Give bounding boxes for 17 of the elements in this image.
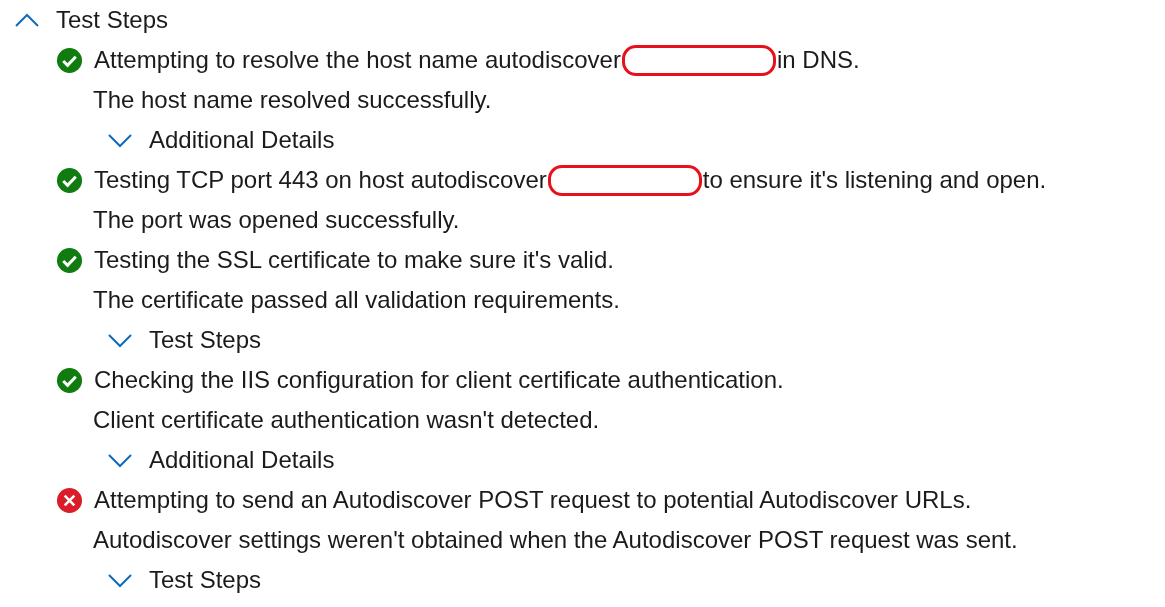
expand-toggle[interactable]: Test Steps <box>107 322 262 358</box>
result-text: Client certificate authentication wasn't detected. <box>93 405 600 435</box>
step-text: Attempting to resolve the host name autodiscover <box>94 45 621 75</box>
step-text: Testing TCP port 443 on host autodiscover <box>94 165 547 195</box>
expand-toggle[interactable]: Additional Details <box>107 442 335 478</box>
expand-toggle[interactable]: Test Steps <box>107 562 262 598</box>
step-text: Attempting to send an Autodiscover POST request to potential Autodiscover URLs. <box>94 485 972 515</box>
expand-toggle[interactable]: Additional Details <box>107 122 335 158</box>
step-text: in DNS. <box>776 45 860 75</box>
result-text: The host name resolved successfully. <box>93 85 492 115</box>
collapse-toggle[interactable]: Test Steps <box>14 2 169 38</box>
result-text: Autodiscover settings weren't obtained when the Autodiscover POST request was sent. <box>93 525 1018 555</box>
step-text: to ensure it's listening and open. <box>702 165 1047 195</box>
step-text: Checking the IIS configuration for client certificate authentication. <box>94 365 784 395</box>
result-text: The port was opened successfully. <box>93 205 460 235</box>
result-text: The certificate passed all validation requirements. <box>93 285 620 315</box>
step-text: Testing the SSL certificate to make sure it's valid. <box>94 245 614 275</box>
